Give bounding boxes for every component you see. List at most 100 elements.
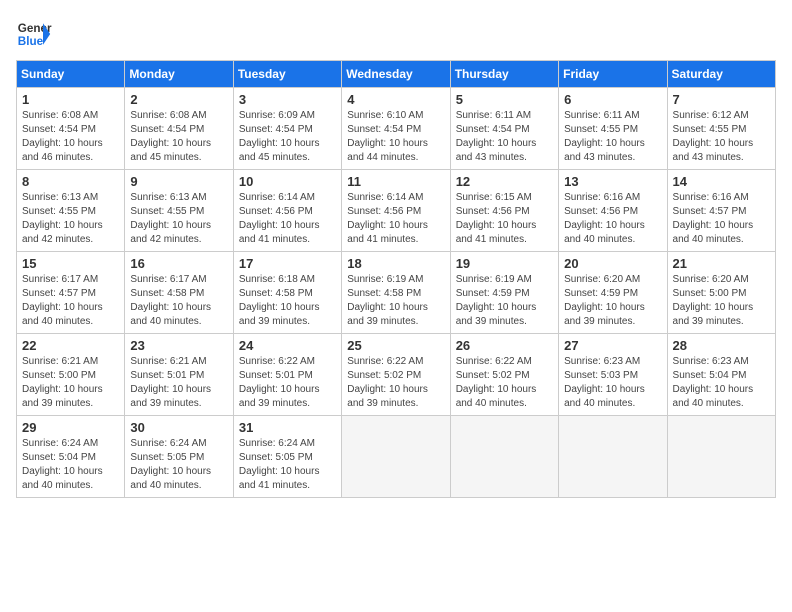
day-info: Sunrise: 6:22 AMSunset: 5:01 PMDaylight:… — [239, 355, 336, 411]
day-info: Sunrise: 6:09 AMSunset: 4:54 PMDaylight:… — [239, 109, 336, 165]
day-info: Sunrise: 6:24 AMSunset: 5:04 PMDaylight:… — [22, 437, 119, 493]
weekday-header-saturday: Saturday — [667, 61, 775, 88]
calendar-day-22: 22 Sunrise: 6:21 AMSunset: 5:00 PMDayligh… — [17, 334, 125, 416]
day-number: 23 — [130, 338, 227, 353]
page-header: General Blue — [16, 16, 776, 52]
day-info: Sunrise: 6:14 AMSunset: 4:56 PMDaylight:… — [239, 191, 336, 247]
day-number: 27 — [564, 338, 661, 353]
calendar-day-31: 31 Sunrise: 6:24 AMSunset: 5:05 PMDayligh… — [233, 416, 341, 498]
day-info: Sunrise: 6:17 AMSunset: 4:58 PMDaylight:… — [130, 273, 227, 329]
day-number: 3 — [239, 92, 336, 107]
day-info: Sunrise: 6:15 AMSunset: 4:56 PMDaylight:… — [456, 191, 553, 247]
day-info: Sunrise: 6:24 AMSunset: 5:05 PMDaylight:… — [130, 437, 227, 493]
day-info: Sunrise: 6:08 AMSunset: 4:54 PMDaylight:… — [22, 109, 119, 165]
calendar-day-18: 18 Sunrise: 6:19 AMSunset: 4:58 PMDayligh… — [342, 252, 450, 334]
day-number: 28 — [673, 338, 770, 353]
calendar-day-8: 8Sunrise: 6:13 AMSunset: 4:55 PMDaylight… — [17, 170, 125, 252]
calendar-day-23: 23 Sunrise: 6:21 AMSunset: 5:01 PMDayligh… — [125, 334, 233, 416]
calendar-day-30: 30Sunrise: 6:24 AMSunset: 5:05 PMDayligh… — [125, 416, 233, 498]
calendar-day-15: 15Sunrise: 6:17 AMSunset: 4:57 PMDayligh… — [17, 252, 125, 334]
logo-icon: General Blue — [16, 16, 52, 52]
day-number: 9 — [130, 174, 227, 189]
day-number: 1 — [22, 92, 119, 107]
day-number: 24 — [239, 338, 336, 353]
day-number: 22 — [22, 338, 119, 353]
calendar-day-14: 14Sunrise: 6:16 AMSunset: 4:57 PMDayligh… — [667, 170, 775, 252]
day-info: Sunrise: 6:21 AMSunset: 5:01 PMDaylight:… — [130, 355, 227, 411]
day-number: 31 — [239, 420, 336, 435]
day-number: 7 — [673, 92, 770, 107]
day-info: Sunrise: 6:24 AMSunset: 5:05 PMDaylight:… — [239, 437, 336, 493]
day-info: Sunrise: 6:20 AMSunset: 4:59 PMDaylight:… — [564, 273, 661, 329]
day-info: Sunrise: 6:11 AMSunset: 4:55 PMDaylight:… — [564, 109, 661, 165]
calendar-day-7: 7 Sunrise: 6:12 AMSunset: 4:55 PMDaylight… — [667, 88, 775, 170]
day-number: 13 — [564, 174, 661, 189]
calendar-day-16: 16 Sunrise: 6:17 AMSunset: 4:58 PMDayligh… — [125, 252, 233, 334]
day-info: Sunrise: 6:11 AMSunset: 4:54 PMDaylight:… — [456, 109, 553, 165]
weekday-header-monday: Monday — [125, 61, 233, 88]
weekday-header-tuesday: Tuesday — [233, 61, 341, 88]
day-info: Sunrise: 6:13 AMSunset: 4:55 PMDaylight:… — [22, 191, 119, 247]
day-number: 25 — [347, 338, 444, 353]
calendar-day-empty — [450, 416, 558, 498]
calendar-day-28: 28 Sunrise: 6:23 AMSunset: 5:04 PMDayligh… — [667, 334, 775, 416]
day-info: Sunrise: 6:17 AMSunset: 4:57 PMDaylight:… — [22, 273, 119, 329]
calendar-day-13: 13 Sunrise: 6:16 AMSunset: 4:56 PMDayligh… — [559, 170, 667, 252]
calendar-day-26: 26 Sunrise: 6:22 AMSunset: 5:02 PMDayligh… — [450, 334, 558, 416]
weekday-header-wednesday: Wednesday — [342, 61, 450, 88]
day-number: 10 — [239, 174, 336, 189]
calendar-day-2: 2Sunrise: 6:08 AMSunset: 4:54 PMDaylight… — [125, 88, 233, 170]
calendar-table: SundayMondayTuesdayWednesdayThursdayFrid… — [16, 60, 776, 498]
calendar-day-19: 19 Sunrise: 6:19 AMSunset: 4:59 PMDayligh… — [450, 252, 558, 334]
calendar-week-1: 1 Sunrise: 6:08 AMSunset: 4:54 PMDaylight… — [17, 88, 776, 170]
day-number: 14 — [673, 174, 770, 189]
calendar-day-5: 5Sunrise: 6:11 AMSunset: 4:54 PMDaylight… — [450, 88, 558, 170]
calendar-day-25: 25 Sunrise: 6:22 AMSunset: 5:02 PMDayligh… — [342, 334, 450, 416]
weekday-header-sunday: Sunday — [17, 61, 125, 88]
day-info: Sunrise: 6:21 AMSunset: 5:00 PMDaylight:… — [22, 355, 119, 411]
calendar-day-4: 4 Sunrise: 6:10 AMSunset: 4:54 PMDaylight… — [342, 88, 450, 170]
weekday-header-thursday: Thursday — [450, 61, 558, 88]
calendar-week-3: 15Sunrise: 6:17 AMSunset: 4:57 PMDayligh… — [17, 252, 776, 334]
day-info: Sunrise: 6:19 AMSunset: 4:58 PMDaylight:… — [347, 273, 444, 329]
day-number: 16 — [130, 256, 227, 271]
day-info: Sunrise: 6:10 AMSunset: 4:54 PMDaylight:… — [347, 109, 444, 165]
calendar-day-empty — [667, 416, 775, 498]
day-number: 20 — [564, 256, 661, 271]
calendar-week-2: 8Sunrise: 6:13 AMSunset: 4:55 PMDaylight… — [17, 170, 776, 252]
day-info: Sunrise: 6:14 AMSunset: 4:56 PMDaylight:… — [347, 191, 444, 247]
weekday-header-friday: Friday — [559, 61, 667, 88]
calendar-week-5: 29 Sunrise: 6:24 AMSunset: 5:04 PMDayligh… — [17, 416, 776, 498]
logo: General Blue — [16, 16, 52, 52]
day-info: Sunrise: 6:16 AMSunset: 4:56 PMDaylight:… — [564, 191, 661, 247]
svg-text:Blue: Blue — [18, 35, 44, 48]
calendar-day-17: 17Sunrise: 6:18 AMSunset: 4:58 PMDayligh… — [233, 252, 341, 334]
day-number: 17 — [239, 256, 336, 271]
calendar-day-3: 3 Sunrise: 6:09 AMSunset: 4:54 PMDaylight… — [233, 88, 341, 170]
day-number: 18 — [347, 256, 444, 271]
day-number: 4 — [347, 92, 444, 107]
calendar-day-9: 9 Sunrise: 6:13 AMSunset: 4:55 PMDaylight… — [125, 170, 233, 252]
day-number: 29 — [22, 420, 119, 435]
calendar-week-4: 22 Sunrise: 6:21 AMSunset: 5:00 PMDayligh… — [17, 334, 776, 416]
day-number: 21 — [673, 256, 770, 271]
calendar-day-10: 10 Sunrise: 6:14 AMSunset: 4:56 PMDayligh… — [233, 170, 341, 252]
day-number: 11 — [347, 174, 444, 189]
day-number: 2 — [130, 92, 227, 107]
day-info: Sunrise: 6:19 AMSunset: 4:59 PMDaylight:… — [456, 273, 553, 329]
day-number: 26 — [456, 338, 553, 353]
day-info: Sunrise: 6:23 AMSunset: 5:04 PMDaylight:… — [673, 355, 770, 411]
day-info: Sunrise: 6:12 AMSunset: 4:55 PMDaylight:… — [673, 109, 770, 165]
day-info: Sunrise: 6:13 AMSunset: 4:55 PMDaylight:… — [130, 191, 227, 247]
day-info: Sunrise: 6:22 AMSunset: 5:02 PMDaylight:… — [456, 355, 553, 411]
calendar-day-11: 11 Sunrise: 6:14 AMSunset: 4:56 PMDayligh… — [342, 170, 450, 252]
day-info: Sunrise: 6:22 AMSunset: 5:02 PMDaylight:… — [347, 355, 444, 411]
day-number: 19 — [456, 256, 553, 271]
day-info: Sunrise: 6:23 AMSunset: 5:03 PMDaylight:… — [564, 355, 661, 411]
calendar-day-6: 6 Sunrise: 6:11 AMSunset: 4:55 PMDaylight… — [559, 88, 667, 170]
calendar-day-empty — [559, 416, 667, 498]
day-info: Sunrise: 6:20 AMSunset: 5:00 PMDaylight:… — [673, 273, 770, 329]
weekday-header-row: SundayMondayTuesdayWednesdayThursdayFrid… — [17, 61, 776, 88]
day-number: 6 — [564, 92, 661, 107]
calendar-day-29: 29 Sunrise: 6:24 AMSunset: 5:04 PMDayligh… — [17, 416, 125, 498]
